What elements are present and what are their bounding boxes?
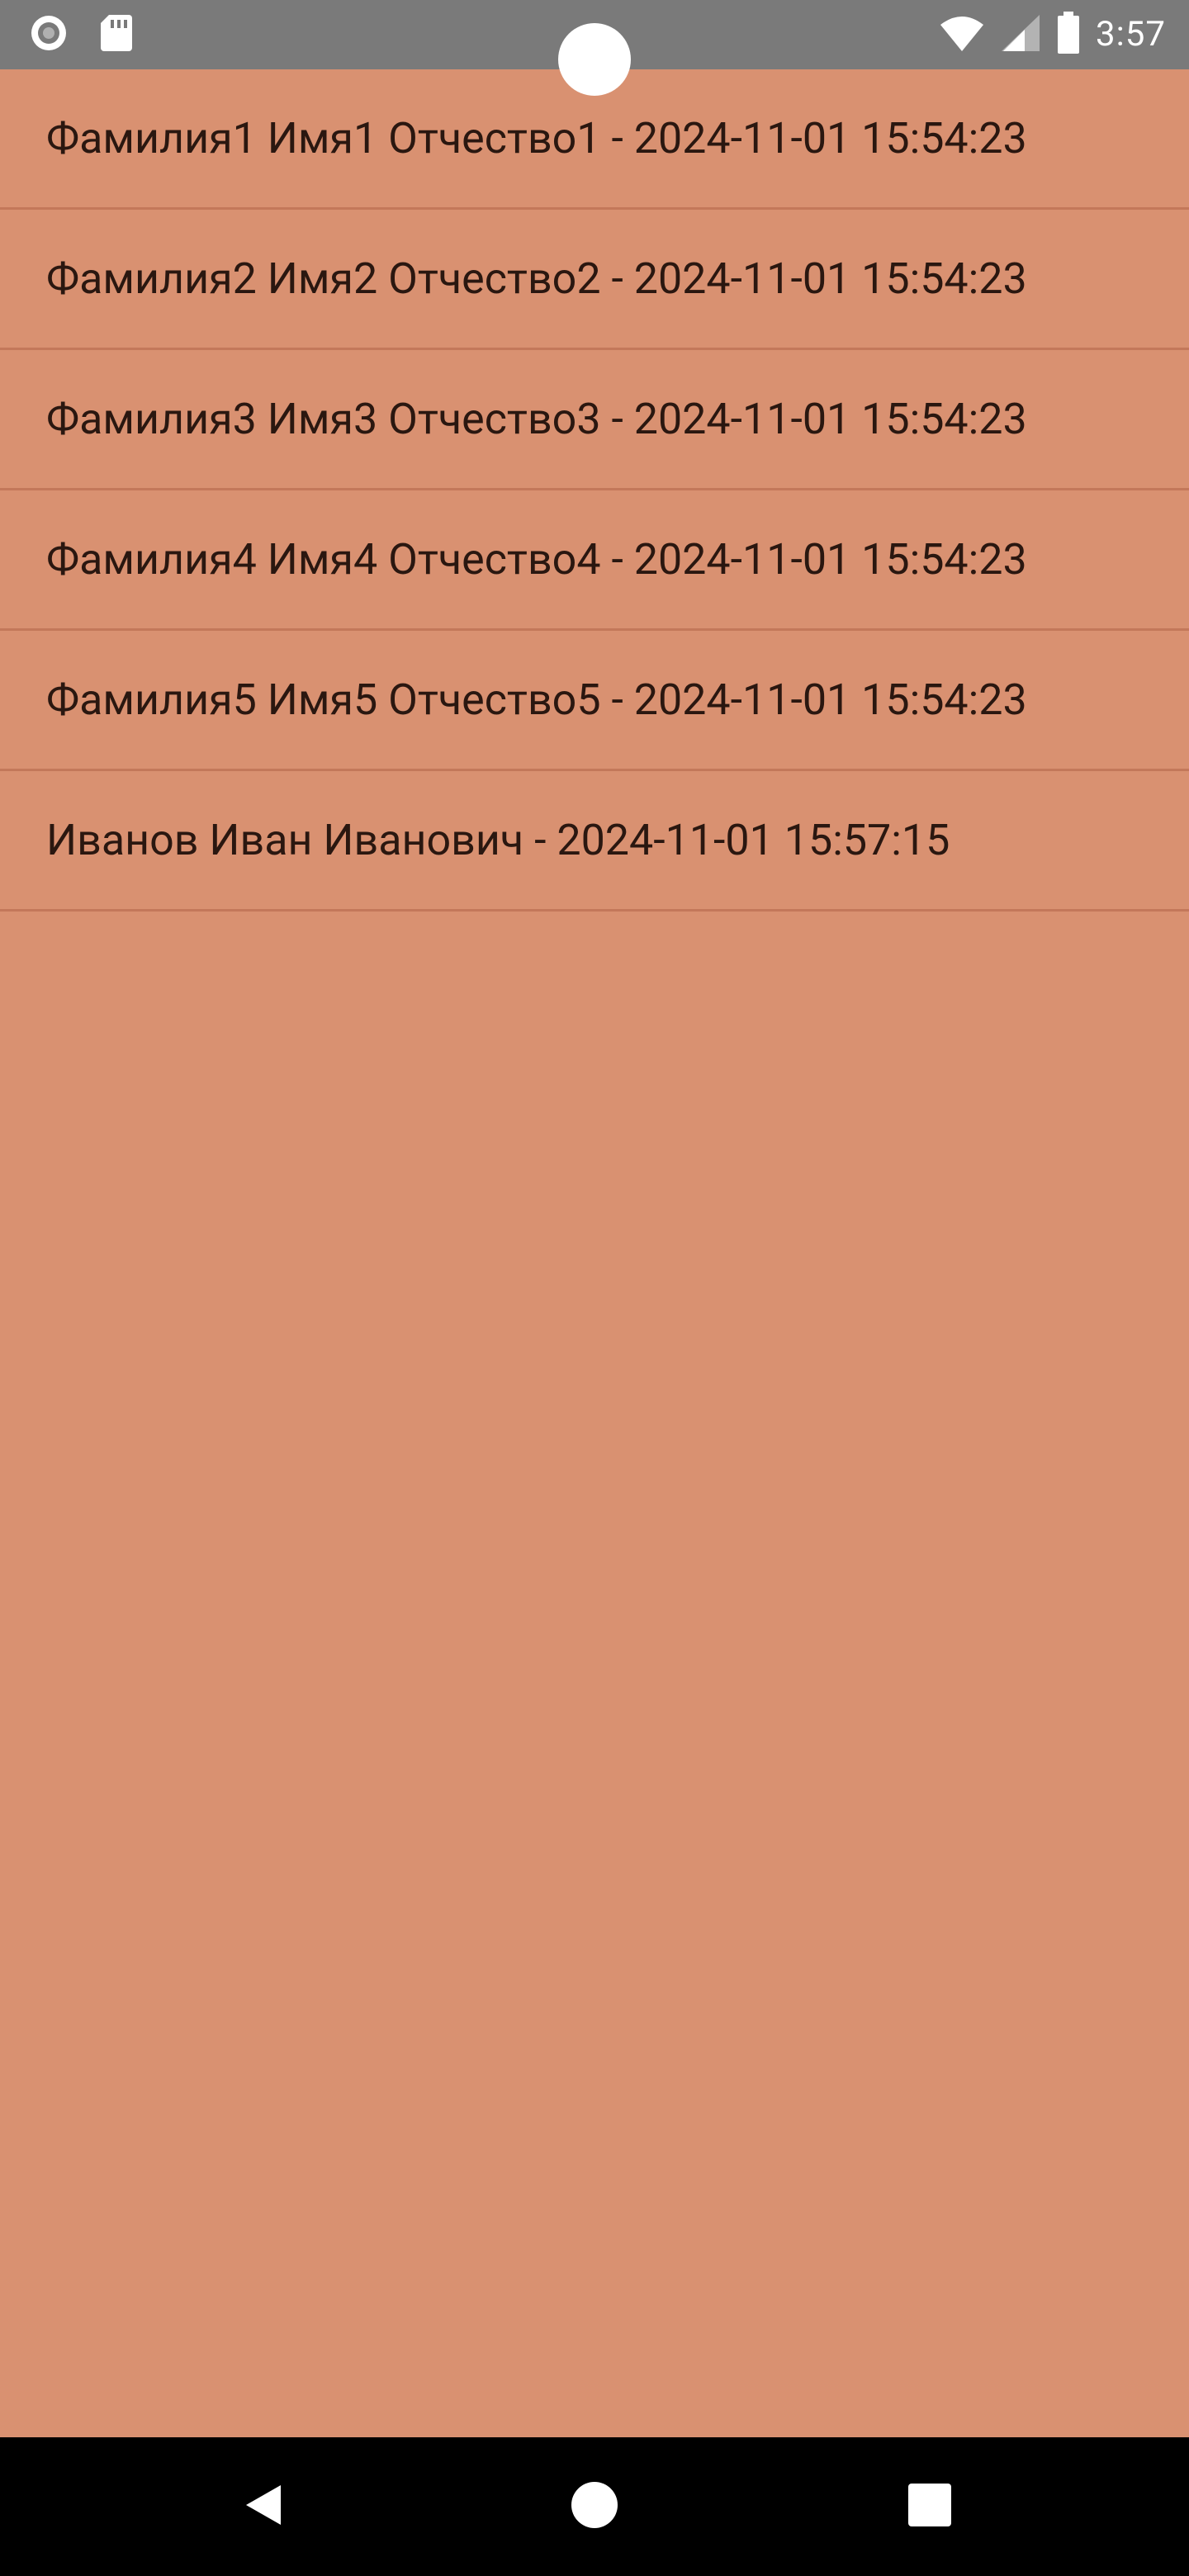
list-item-label: Фамилия2 Имя2 Отчество2 - 2024-11-01 15:…	[46, 253, 1027, 304]
navigation-bar	[0, 2437, 1189, 2576]
list-item[interactable]: Фамилия4 Имя4 Отчество4 - 2024-11-01 15:…	[0, 490, 1189, 631]
list-item-label: Фамилия1 Имя1 Отчество1 - 2024-11-01 15:…	[46, 112, 1027, 163]
entries-list: Фамилия1 Имя1 Отчество1 - 2024-11-01 15:…	[0, 69, 1189, 912]
sd-card-icon	[99, 13, 134, 56]
recents-button[interactable]	[902, 2479, 958, 2535]
status-time: 3:57	[1096, 14, 1166, 54]
list-item-label: Фамилия3 Имя3 Отчество3 - 2024-11-01 15:…	[46, 393, 1027, 444]
status-left-icons	[28, 12, 134, 58]
list-item-label: Иванов Иван Иванович - 2024-11-01 15:57:…	[46, 814, 950, 865]
list-item[interactable]: Фамилия3 Имя3 Отчество3 - 2024-11-01 15:…	[0, 350, 1189, 490]
list-item[interactable]: Иванов Иван Иванович - 2024-11-01 15:57:…	[0, 771, 1189, 912]
home-icon	[570, 2480, 619, 2533]
back-button[interactable]	[234, 2479, 291, 2535]
status-right-icons: 3:57	[939, 12, 1166, 58]
wifi-icon	[939, 13, 985, 56]
status-bar: 3:57	[0, 0, 1189, 96]
circle-record-icon	[28, 12, 69, 57]
cellular-signal-icon	[1000, 13, 1041, 56]
home-button[interactable]	[566, 2479, 623, 2535]
list-item-label: Фамилия4 Имя4 Отчество4 - 2024-11-01 15:…	[46, 533, 1027, 585]
list-item[interactable]: Фамилия5 Имя5 Отчество5 - 2024-11-01 15:…	[0, 631, 1189, 771]
list-item[interactable]: Фамилия1 Имя1 Отчество1 - 2024-11-01 15:…	[0, 69, 1189, 210]
battery-icon	[1056, 12, 1081, 58]
back-icon	[238, 2480, 287, 2533]
list-item[interactable]: Фамилия2 Имя2 Отчество2 - 2024-11-01 15:…	[0, 210, 1189, 350]
recents-icon	[907, 2482, 953, 2531]
list-item-label: Фамилия5 Имя5 Отчество5 - 2024-11-01 15:…	[46, 674, 1027, 725]
